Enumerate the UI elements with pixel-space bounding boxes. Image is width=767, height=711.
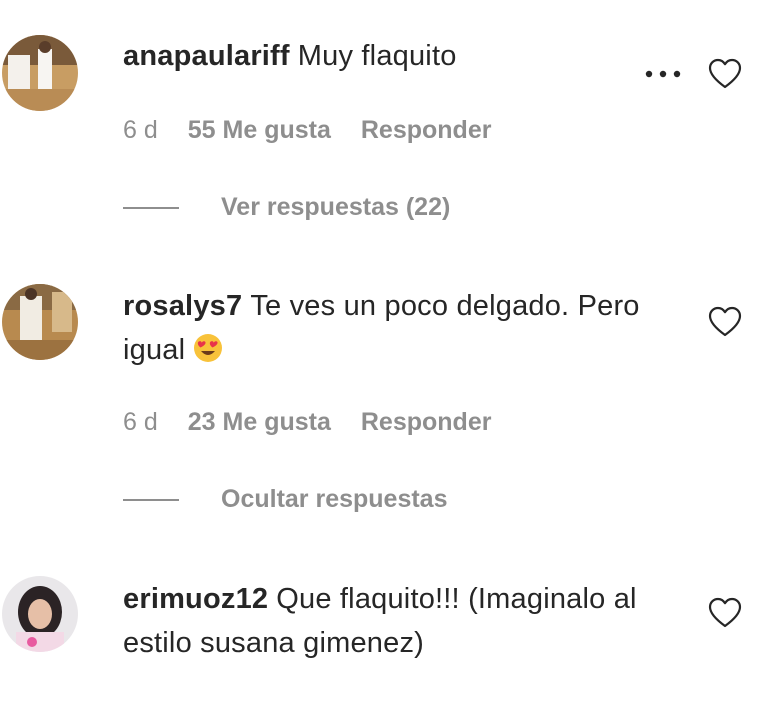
- avatar-image: [2, 35, 78, 111]
- avatar[interactable]: [2, 576, 78, 652]
- comment-username[interactable]: erimuoz12: [123, 583, 268, 615]
- view-replies-button[interactable]: Ver respuestas (22): [123, 193, 450, 222]
- comment-text: rosalys7 Te ves un poco delgado. Pero igu…: [123, 284, 643, 372]
- comment-time[interactable]: 6 d: [123, 407, 158, 437]
- heart-outline-icon[interactable]: [708, 58, 742, 90]
- replies-divider-line: [123, 498, 179, 501]
- comment-username[interactable]: anapaulariff: [123, 40, 290, 72]
- view-replies-label: Ver respuestas (22): [221, 193, 451, 221]
- comment-text: anapaulariff Muy flaquito: [123, 34, 643, 78]
- more-options-icon[interactable]: [643, 68, 683, 80]
- replies-divider-line: [123, 206, 179, 209]
- heart-outline-icon[interactable]: [708, 597, 742, 629]
- reply-button[interactable]: Responder: [361, 407, 492, 437]
- avatar-image: [2, 284, 78, 360]
- comment-body: Muy flaquito: [297, 40, 457, 72]
- comment-likes[interactable]: 23 Me gusta: [188, 407, 331, 437]
- comment-meta: 6 d 23 Me gusta Responder: [123, 407, 491, 437]
- avatar-image: [2, 576, 78, 652]
- comment-username[interactable]: rosalys7: [123, 290, 242, 322]
- heart-eyes-emoji-icon: [194, 334, 223, 362]
- hide-replies-button[interactable]: Ocultar respuestas: [123, 485, 448, 514]
- avatar[interactable]: [2, 35, 78, 111]
- comment-meta: 6 d 55 Me gusta Responder: [123, 115, 491, 145]
- reply-button[interactable]: Responder: [361, 115, 492, 145]
- comment-text: erimuoz12 Que flaquito!!! (Imaginalo al e…: [123, 577, 643, 665]
- hide-replies-label: Ocultar respuestas: [221, 485, 448, 513]
- heart-outline-icon[interactable]: [708, 306, 742, 338]
- comment-time[interactable]: 6 d: [123, 115, 158, 145]
- comment-likes[interactable]: 55 Me gusta: [188, 115, 331, 145]
- avatar[interactable]: [2, 284, 78, 360]
